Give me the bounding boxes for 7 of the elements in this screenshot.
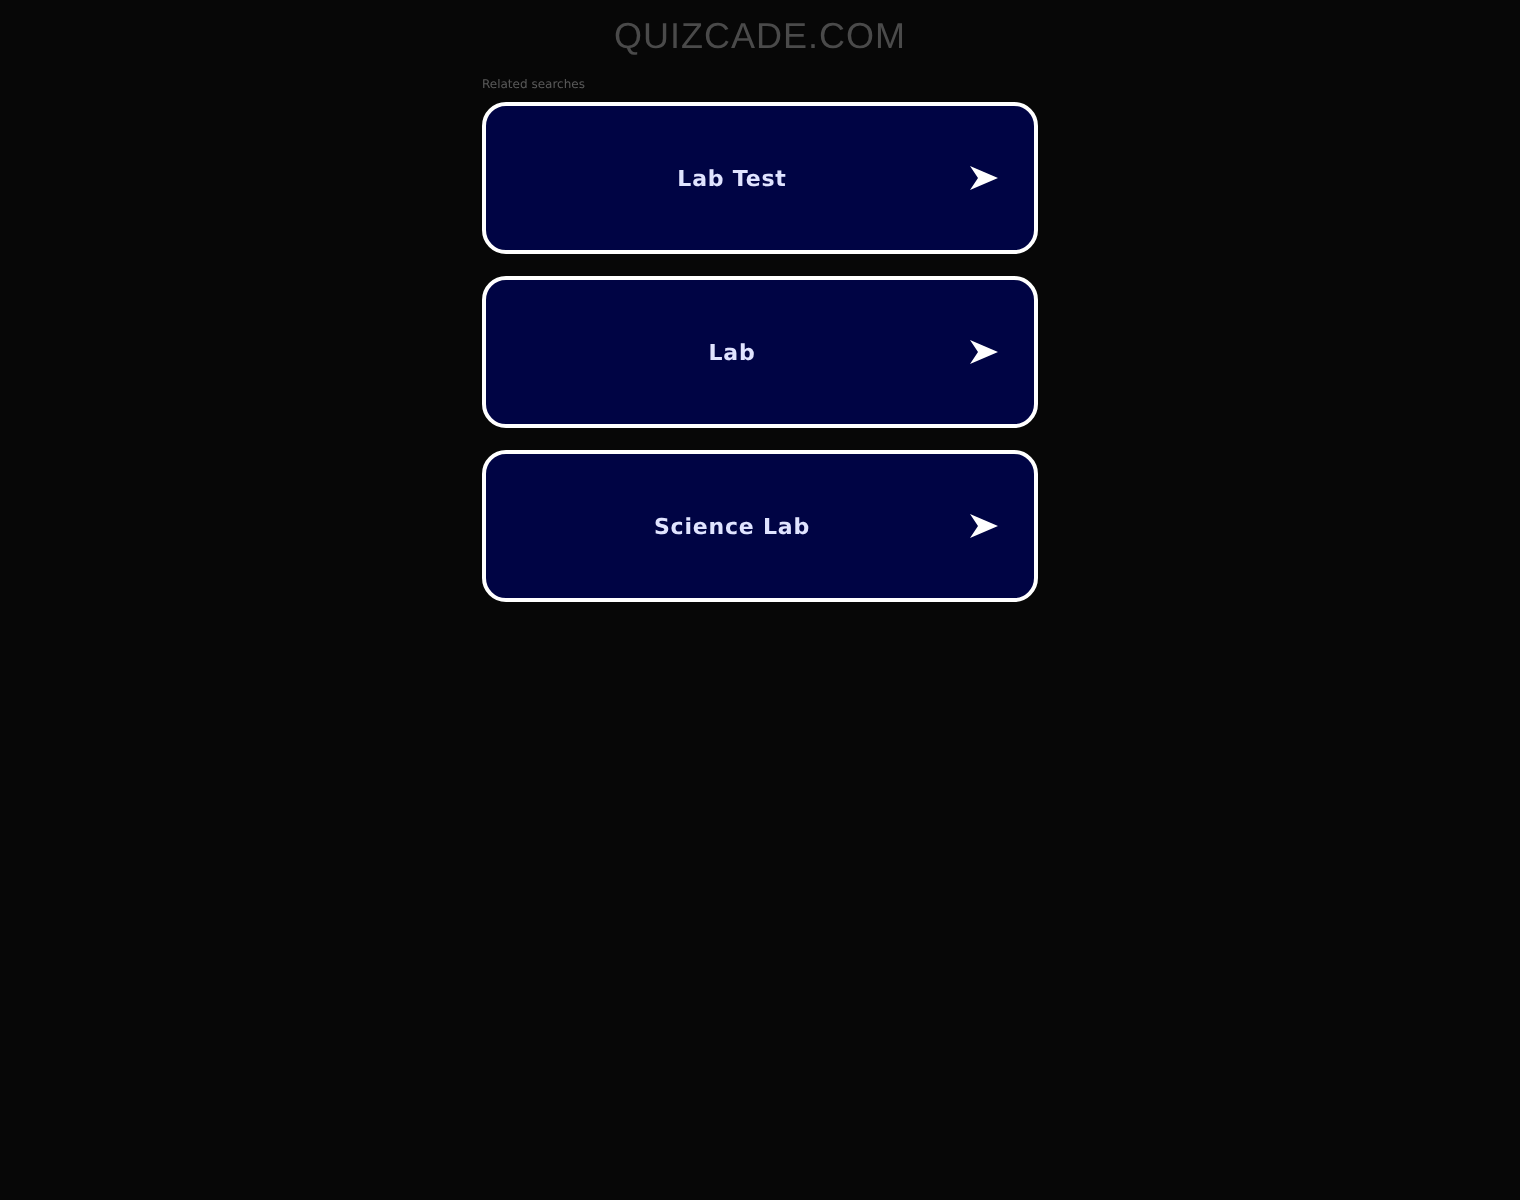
search-link[interactable]: Lab bbox=[482, 276, 1038, 428]
arrow-icon bbox=[970, 166, 998, 190]
search-link[interactable]: Science Lab bbox=[482, 450, 1038, 602]
arrow-icon bbox=[970, 514, 998, 538]
site-title: QUIZCADE.COM bbox=[613, 16, 906, 58]
search-link[interactable]: Lab Test bbox=[482, 102, 1038, 254]
arrow-icon bbox=[970, 340, 998, 364]
